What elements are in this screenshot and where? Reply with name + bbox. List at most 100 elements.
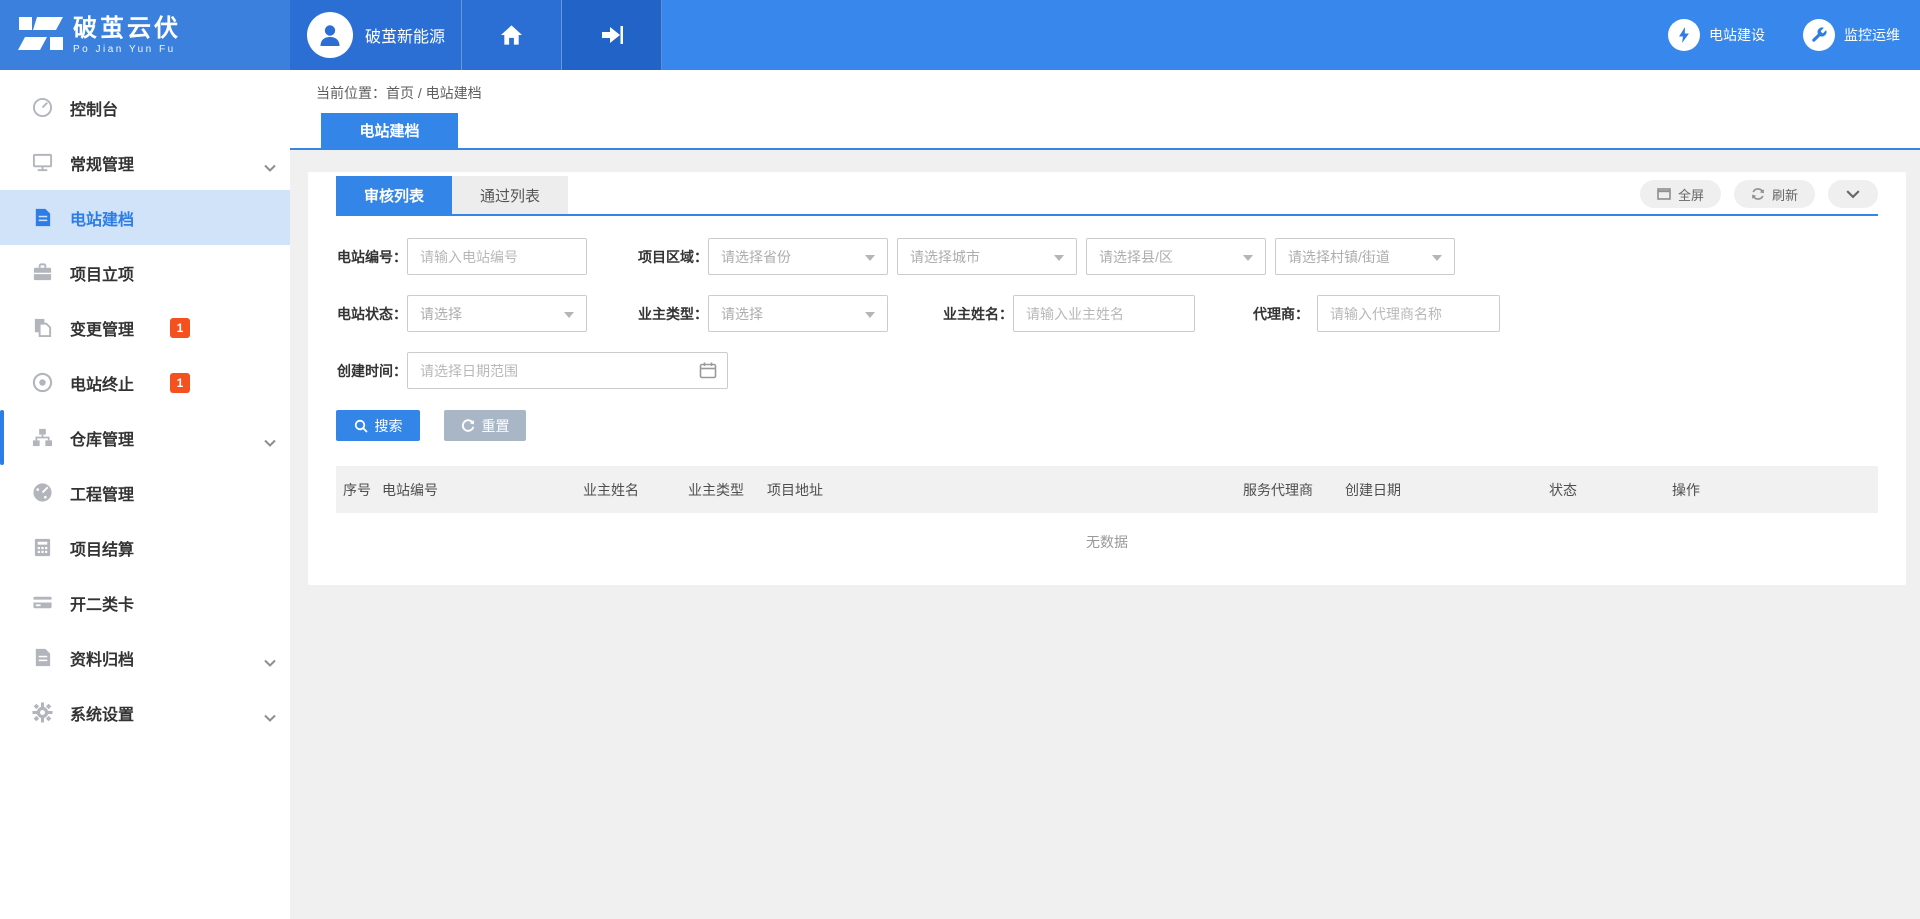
county-select[interactable]: 请选择县/区 (1086, 238, 1266, 275)
sidebar-item-warehouse-mgmt[interactable]: 仓库管理 (0, 410, 290, 465)
breadcrumb: 当前位置：首页 / 电站建档 (316, 83, 482, 103)
station-no-label: 电站编号： (336, 247, 407, 267)
gear-icon (31, 702, 53, 724)
archive-icon (31, 647, 53, 669)
search-button[interactable]: 搜索 (336, 410, 420, 441)
table-header-row: 序号 电站编号 业主姓名 业主类型 项目地址 服务代理商 创建日期 状态 操作 (336, 466, 1878, 513)
col-status: 状态 (1549, 480, 1672, 500)
filter-form: 电站编号： 项目区域： 请选择省份 请选择城市 请选择县/区 请选择村镇/街道 … (336, 238, 1878, 441)
brand-logo: 破茧云伏 Po Jian Yun Fu (0, 0, 290, 70)
col-actions: 操作 (1672, 480, 1870, 500)
fullscreen-label: 全屏 (1678, 185, 1704, 204)
owner-type-label: 业主类型： (637, 304, 708, 324)
sidebar-item-system-settings[interactable]: 系统设置 (0, 685, 290, 740)
breadcrumb-prefix: 当前位置： (316, 85, 386, 101)
sidebar-item-station-termination[interactable]: 电站终止 1 (0, 355, 290, 410)
monitor-icon (31, 152, 53, 174)
reset-icon (461, 419, 475, 433)
home-button[interactable] (462, 0, 562, 70)
search-icon (354, 419, 368, 433)
sidebar-item-label: 变更管理 (70, 316, 134, 340)
date-range-input[interactable] (408, 353, 727, 388)
sidebar-item-label: 项目立项 (70, 261, 134, 285)
station-status-label: 电站状态： (336, 304, 407, 324)
brand-title: 破茧云伏 (73, 16, 181, 42)
sidebar-item-label: 电站终止 (70, 371, 134, 395)
sidebar-item-label: 控制台 (70, 96, 118, 120)
sidebar-item-label: 资料归档 (70, 646, 134, 670)
company-name: 破茧新能源 (365, 23, 445, 47)
sidebar-item-open-class2-card[interactable]: 开二类卡 (0, 575, 290, 630)
sidebar-item-project-settlement[interactable]: 项目结算 (0, 520, 290, 575)
region-label: 项目区域： (637, 247, 708, 267)
sidebar-item-project-initiation[interactable]: 项目立项 (0, 245, 290, 300)
sidebar-item-label: 项目结算 (70, 536, 134, 560)
chevron-down-icon (264, 159, 276, 167)
lightning-icon (1668, 19, 1700, 51)
sidebar-item-label: 工程管理 (70, 481, 134, 505)
sidebar-item-change-mgmt[interactable]: 变更管理 1 (0, 300, 290, 355)
province-select[interactable]: 请选择省份 (708, 238, 888, 275)
card-icon (31, 592, 53, 614)
station-status-select[interactable]: 请选择 (407, 295, 587, 332)
date-range-picker[interactable] (407, 352, 728, 389)
dropdown-arrow-icon (1243, 255, 1253, 261)
sidebar-item-console[interactable]: 控制台 (0, 80, 290, 135)
sidebar-item-engineering-mgmt[interactable]: 工程管理 (0, 465, 290, 520)
county-select-value: 请选择县/区 (1099, 247, 1173, 267)
chevron-down-icon (264, 709, 276, 717)
logout-icon (600, 24, 624, 46)
tab-review-list[interactable]: 审核列表 (336, 176, 452, 214)
owner-name-input[interactable] (1013, 295, 1195, 332)
nav-station-build-label: 电站建设 (1709, 25, 1765, 45)
sidebar-item-label: 仓库管理 (70, 426, 134, 450)
owner-type-select[interactable]: 请选择 (708, 295, 888, 332)
nav-station-build[interactable]: 电站建设 (1668, 19, 1765, 51)
reset-button[interactable]: 重置 (444, 410, 526, 441)
col-owner-type: 业主类型 (688, 480, 767, 500)
calculator-icon (31, 537, 53, 559)
record-icon (31, 372, 53, 394)
sidebar-item-general-mgmt[interactable]: 常规管理 (0, 135, 290, 190)
sidebar: 控制台 常规管理 电站建档 项目立项 变更管理 1 电站终止 1 (0, 70, 290, 919)
tab-passed-list[interactable]: 通过列表 (452, 176, 568, 214)
user-icon (315, 20, 345, 50)
refresh-label: 刷新 (1772, 185, 1798, 204)
calendar-icon (699, 361, 717, 379)
col-index: 序号 (336, 480, 382, 500)
empty-state-text: 无数据 (336, 513, 1878, 571)
dropdown-arrow-icon (564, 312, 574, 318)
station-status-value: 请选择 (420, 304, 462, 324)
logout-button[interactable] (562, 0, 662, 70)
agent-input[interactable] (1317, 295, 1500, 332)
brand-subtitle: Po Jian Yun Fu (73, 44, 181, 55)
city-select[interactable]: 请选择城市 (897, 238, 1077, 275)
refresh-button[interactable]: 刷新 (1734, 180, 1815, 208)
collapse-button[interactable] (1828, 180, 1878, 208)
dropdown-arrow-icon (1054, 255, 1064, 261)
notification-badge: 1 (170, 318, 190, 338)
speedometer-icon (31, 482, 53, 504)
sidebar-item-label: 开二类卡 (70, 591, 134, 615)
city-select-value: 请选择城市 (910, 247, 980, 267)
town-select[interactable]: 请选择村镇/街道 (1275, 238, 1455, 275)
col-station-no: 电站编号 (382, 480, 583, 500)
sidebar-item-station-archive[interactable]: 电站建档 (0, 190, 290, 245)
station-no-input[interactable] (407, 238, 587, 275)
sidebar-item-data-archive[interactable]: 资料归档 (0, 630, 290, 685)
dropdown-arrow-icon (865, 255, 875, 261)
results-table: 序号 电站编号 业主姓名 业主类型 项目地址 服务代理商 创建日期 状态 操作 … (336, 466, 1878, 571)
reset-label: 重置 (482, 416, 510, 436)
gauge-icon (31, 97, 53, 119)
nav-monitor-ops[interactable]: 监控运维 (1803, 19, 1900, 51)
sidebar-scrollbar[interactable] (0, 410, 4, 465)
sidebar-item-label: 电站建档 (70, 206, 134, 230)
user-menu[interactable]: 破茧新能源 (290, 0, 462, 70)
breadcrumb-path: 首页 / 电站建档 (386, 85, 482, 101)
page-tab-station-archive[interactable]: 电站建档 (321, 113, 458, 148)
chevron-down-icon (264, 654, 276, 662)
content-panel: 审核列表 通过列表 全屏 刷新 电站编号： (308, 172, 1906, 585)
owner-type-value: 请选择 (721, 304, 763, 324)
fullscreen-button[interactable]: 全屏 (1640, 180, 1721, 208)
sitemap-icon (31, 427, 53, 449)
